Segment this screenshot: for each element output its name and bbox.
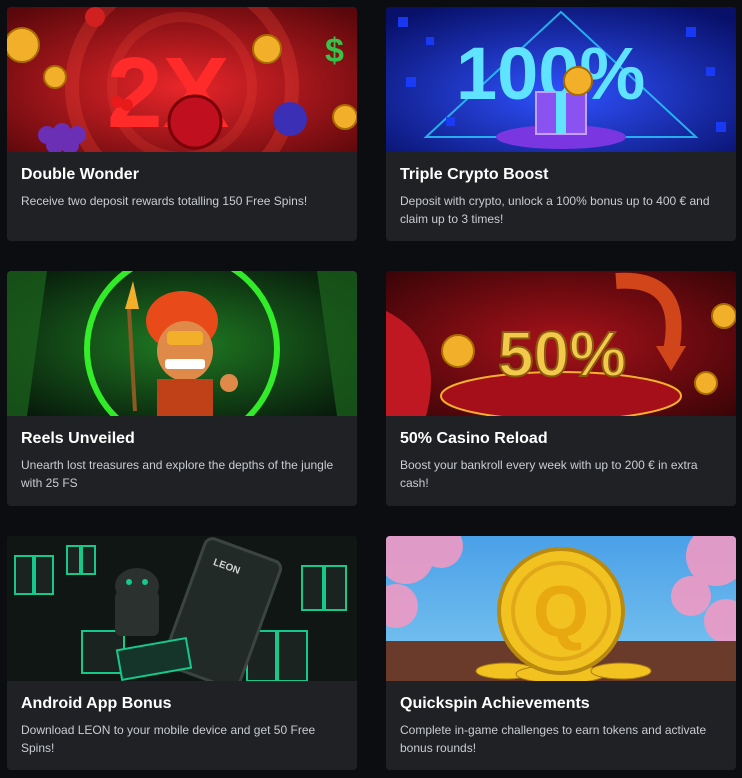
promo-title: Reels Unveiled [21,430,135,447]
promo-description: Receive two deposit rewards totalling 15… [21,194,308,208]
banner-q-logo-text: Q [533,572,589,652]
promo-description: Unearth lost treasures and explore the d… [21,458,334,490]
promo-card-android-app-bonus[interactable]: LEON Android App Bonus Download LEON to … [7,536,357,770]
promo-description: Download LEON to your mobile device and … [21,723,316,755]
promo-card-casino-reload[interactable]: 50% 50% Casino Reload Boost your bankrol… [386,271,736,506]
promo-title: Triple Crypto Boost [400,166,549,183]
promo-description: Deposit with crypto, unlock a 100% bonus… [400,194,710,226]
promo-title: Android App Bonus [21,695,172,712]
promo-banner-image: 2X $ [7,7,357,152]
promo-card-double-wonder[interactable]: 2X $ Double Wonder Receive two deposit r… [7,7,357,241]
promo-banner-image [7,271,357,416]
promo-banner-image: 50% [386,271,736,416]
promo-banner-image: Q [386,536,736,681]
promo-description: Boost your bankroll every week with up t… [400,458,698,490]
svg-text:$: $ [325,32,344,70]
promo-title: 50% Casino Reload [400,430,548,447]
promo-card-triple-crypto-boost[interactable]: 100% Triple Crypto Boost Deposit with cr… [386,7,736,241]
promo-description: Complete in-game challenges to earn toke… [400,723,707,755]
promo-card-quickspin-achievements[interactable]: Q Quickspin Achievements Complete in-gam… [386,536,736,770]
promo-title: Double Wonder [21,166,139,183]
promo-card-reels-unveiled[interactable]: Reels Unveiled Unearth lost treasures an… [7,271,357,506]
promo-banner-image: 100% [386,7,736,152]
banner-50-percent-text: 50% [498,318,626,390]
promo-banner-image: LEON [7,536,357,681]
promo-title: Quickspin Achievements [400,695,590,712]
